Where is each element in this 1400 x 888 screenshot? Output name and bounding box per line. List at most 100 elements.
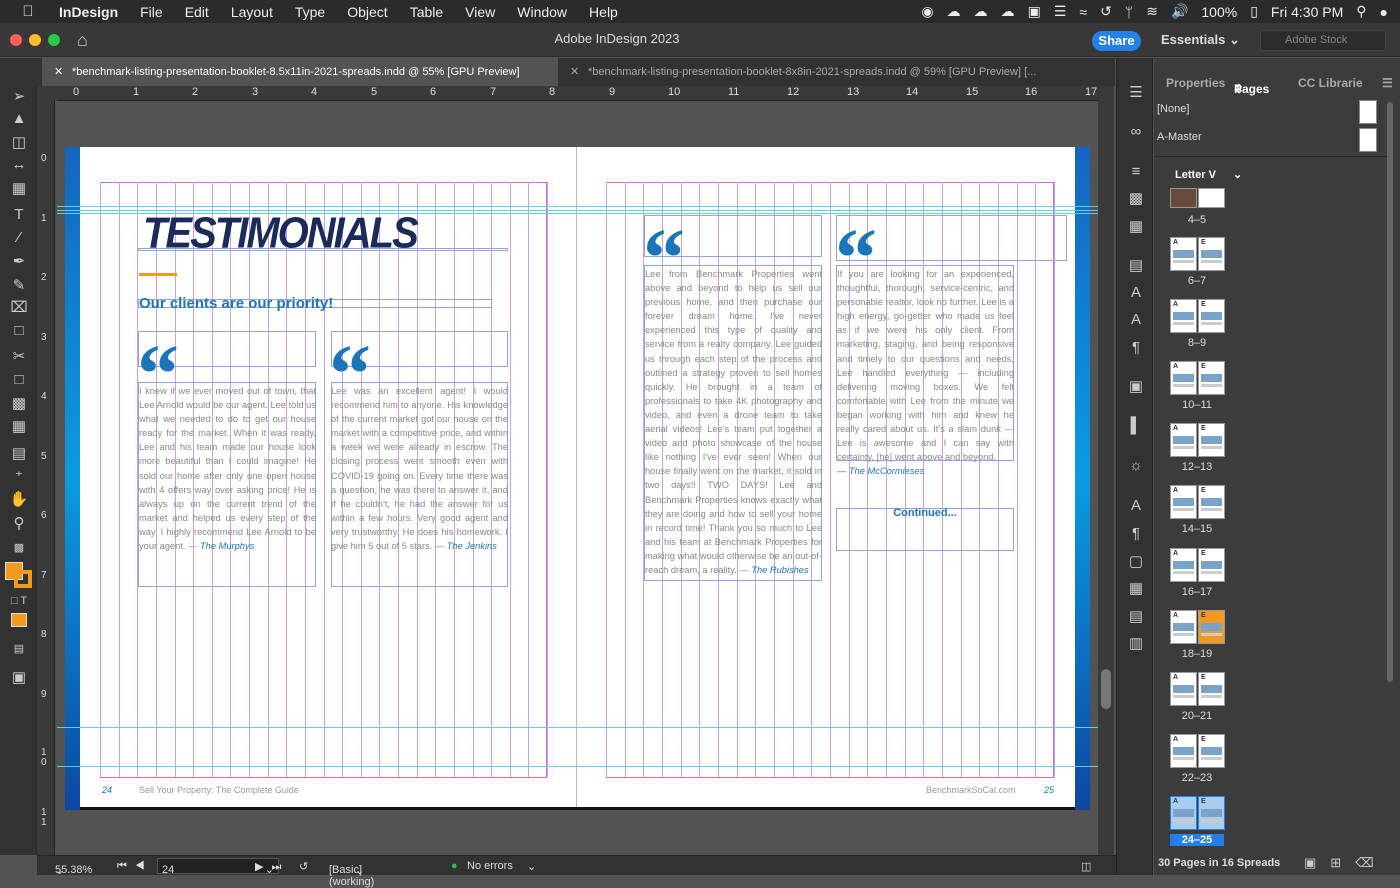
- script-icon[interactable]: ≈: [1079, 4, 1087, 20]
- horizontal-ruler[interactable]: 0 1 2 3 4 5 6 7 8 9 10 11 12 13 14 15 16…: [57, 86, 1098, 101]
- type-tool-icon[interactable]: T: [8, 205, 30, 225]
- screen-mode-icon[interactable]: ▣: [8, 668, 30, 688]
- cloud-icon[interactable]: ☁: [947, 3, 961, 20]
- fill-stroke-swatch[interactable]: [5, 562, 33, 588]
- formatting-container-icon[interactable]: □ T: [8, 591, 30, 611]
- panel-menu-icon[interactable]: ☰: [1382, 76, 1393, 90]
- clock[interactable]: Fri 4:30 PM: [1271, 4, 1343, 20]
- bluetooth-icon[interactable]: ᛘ: [1125, 4, 1133, 20]
- chevron-down-icon[interactable]: ⌄: [527, 860, 536, 873]
- scissors-tool-icon[interactable]: ✂: [8, 347, 30, 367]
- gap-tool-icon[interactable]: ↔: [8, 155, 30, 175]
- spread-master-select[interactable]: Letter V ⌄: [1175, 168, 1242, 181]
- apply-gradient-icon[interactable]: ▤: [8, 639, 30, 659]
- workspace-switcher[interactable]: Essentials ⌄: [1161, 32, 1240, 48]
- menu-edit[interactable]: Edit: [185, 4, 209, 20]
- wifi-icon[interactable]: ≋: [1146, 3, 1158, 20]
- siri-icon[interactable]: ●: [1380, 4, 1388, 20]
- layers-icon[interactable]: ☰: [1126, 84, 1146, 102]
- paragraph-icon[interactable]: ¶: [1126, 339, 1146, 357]
- edit-page-size-icon[interactable]: ▣: [1304, 855, 1330, 870]
- menu-view[interactable]: View: [465, 4, 495, 20]
- page-tool-icon[interactable]: ◫: [8, 133, 30, 153]
- canvas-scrollbar[interactable]: [1098, 86, 1114, 855]
- share-button[interactable]: Share: [1092, 31, 1141, 51]
- glyphs-icon[interactable]: A: [1126, 497, 1146, 515]
- tab-cc-libraries[interactable]: CC Librarie: [1298, 76, 1363, 90]
- cloud-icon-2[interactable]: ☁: [974, 3, 988, 20]
- scrollbar-thumb[interactable]: [1101, 669, 1111, 709]
- apple-menu-icon[interactable]: : [20, 3, 36, 20]
- doc-tab[interactable]: ✕ *benchmark-listing-presentation-booklet…: [558, 58, 1073, 86]
- hand-tool-icon[interactable]: ✋: [8, 490, 30, 510]
- close-tab-icon[interactable]: ✕: [570, 58, 579, 86]
- adobe-stock-search[interactable]: Adobe Stock: [1260, 30, 1386, 51]
- menu-object[interactable]: Object: [347, 4, 387, 20]
- preflight-status[interactable]: No errors: [467, 860, 513, 872]
- swatches-icon[interactable]: ▩: [1126, 190, 1146, 208]
- spread-4-5[interactable]: 4–5: [1170, 188, 1226, 228]
- align-icon[interactable]: ▌: [1126, 417, 1146, 435]
- app-menu[interactable]: InDesign: [59, 4, 118, 20]
- links-icon[interactable]: ∞: [1126, 123, 1146, 141]
- page-nav-forward[interactable]: ▶⏭: [255, 860, 289, 874]
- creative-cloud-icon[interactable]: ◉: [921, 3, 933, 20]
- open-page-icon[interactable]: ↺: [299, 860, 308, 873]
- character-styles-icon[interactable]: A: [1126, 284, 1146, 302]
- note-tool-icon[interactable]: ▤: [8, 444, 30, 464]
- split-window-icon[interactable]: ◫: [1081, 860, 1091, 873]
- document-canvas[interactable]: TESTIMONIALS Our clients are our priorit…: [57, 102, 1098, 855]
- pathfinder-icon[interactable]: ▣: [1126, 378, 1146, 396]
- scrollbar-thumb[interactable]: [1387, 102, 1393, 682]
- close-tab-icon[interactable]: ✕: [54, 58, 63, 86]
- apply-color-icon[interactable]: [8, 613, 30, 633]
- tab-properties[interactable]: Properties: [1166, 76, 1225, 90]
- master-thumbnail[interactable]: [1359, 100, 1377, 124]
- master-thumbnail[interactable]: [1359, 128, 1377, 152]
- menu-file[interactable]: File: [140, 4, 163, 20]
- gradient-tool-icon[interactable]: ▩: [8, 394, 30, 414]
- new-page-icon[interactable]: ⊞: [1330, 855, 1355, 870]
- menu-layout[interactable]: Layout: [231, 4, 273, 20]
- vertical-ruler[interactable]: 0 1 2 3 4 5 6 7 8 9 1 0 1 1: [37, 101, 55, 855]
- stroke-swatch[interactable]: [14, 570, 32, 588]
- master-a[interactable]: A-Master: [1157, 131, 1202, 143]
- battery-icon[interactable]: ▯: [1250, 3, 1258, 20]
- eyedropper-tool-icon[interactable]: ⁺: [8, 467, 30, 487]
- cell-styles-icon[interactable]: ▤: [1126, 608, 1146, 626]
- stack-icon[interactable]: ☰: [1054, 3, 1067, 20]
- gradient-feather-tool-icon[interactable]: ▦: [8, 417, 30, 437]
- color-icon[interactable]: ▦: [1126, 218, 1146, 236]
- doc-tab-active[interactable]: ✕ *benchmark-listing-presentation-booklet…: [42, 58, 558, 86]
- free-transform-tool-icon[interactable]: □: [8, 370, 30, 390]
- app-status-icon[interactable]: ▣: [1028, 3, 1041, 20]
- rectangle-frame-tool-icon[interactable]: ⌧: [8, 298, 30, 318]
- table-styles-icon[interactable]: ▥: [1126, 635, 1146, 653]
- default-colors-icon[interactable]: ▩ ↷: [8, 538, 30, 574]
- paragraph-styles-icon[interactable]: ¶: [1126, 525, 1146, 543]
- object-styles-icon[interactable]: ▢: [1126, 553, 1146, 571]
- spotlight-search-icon[interactable]: ⚲: [1356, 3, 1366, 20]
- selection-tool-icon[interactable]: ➢: [8, 87, 30, 107]
- rectangle-tool-icon[interactable]: □: [8, 321, 30, 341]
- effects-icon[interactable]: ☼: [1126, 457, 1146, 475]
- menu-window[interactable]: Window: [517, 4, 567, 20]
- pencil-tool-icon[interactable]: ✎: [8, 276, 30, 296]
- delete-page-icon[interactable]: ⌫: [1355, 855, 1387, 870]
- menu-help[interactable]: Help: [589, 4, 618, 20]
- content-collector-icon[interactable]: ▦: [8, 179, 30, 199]
- master-none[interactable]: [None]: [1157, 103, 1189, 115]
- cloud-icon-3[interactable]: ☁: [1001, 3, 1015, 20]
- page-nav-back[interactable]: ⏮◀: [117, 860, 153, 873]
- text-wrap-icon[interactable]: ▤: [1126, 257, 1146, 275]
- character-icon[interactable]: A: [1126, 311, 1146, 329]
- table-icon[interactable]: ▦: [1126, 580, 1146, 598]
- direct-selection-tool-icon[interactable]: ▲: [8, 109, 30, 129]
- zoom-tool-icon[interactable]: ⚲: [8, 514, 30, 534]
- line-tool-icon[interactable]: ⁄: [8, 228, 30, 248]
- stroke-icon[interactable]: ≡: [1126, 163, 1146, 181]
- pen-tool-icon[interactable]: ✒: [8, 252, 30, 272]
- pages-scrollbar[interactable]: [1387, 98, 1395, 798]
- volume-icon[interactable]: 🔊: [1171, 3, 1188, 20]
- time-machine-icon[interactable]: ↺: [1100, 3, 1112, 20]
